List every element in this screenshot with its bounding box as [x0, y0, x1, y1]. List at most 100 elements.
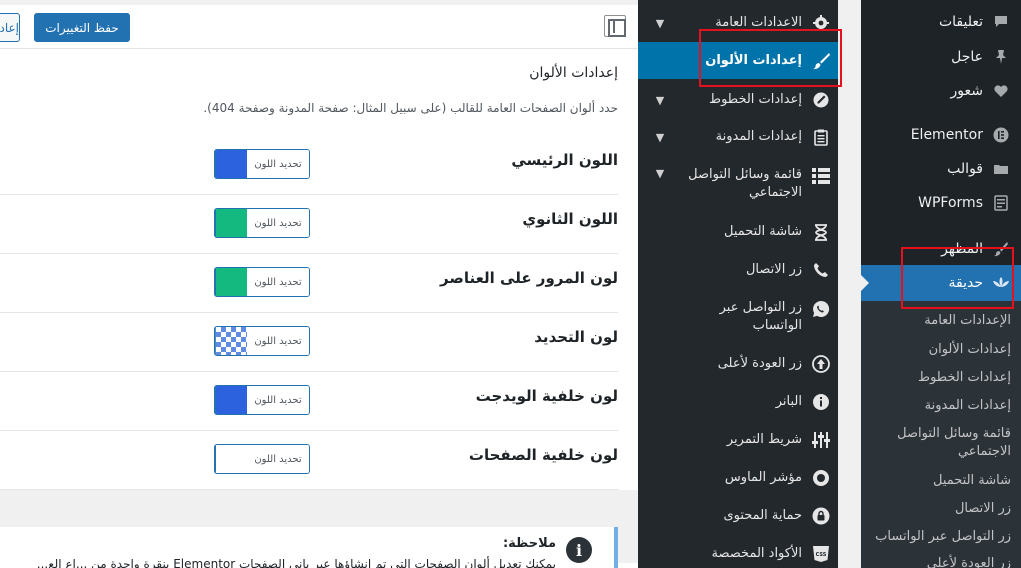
admin-submenu-item[interactable]: قائمة وسائل التواصل الاجتماعي	[871, 425, 1011, 461]
admin-menu-feelings[interactable]: شعور	[861, 74, 1021, 108]
chevron-down-icon: ▼	[655, 130, 665, 144]
lock-icon	[810, 505, 832, 527]
nav-label: إعدادات الألوان	[705, 52, 802, 68]
nav-custom-code[interactable]: CSS الأكواد المخصصة	[638, 540, 838, 568]
admin-menu-elementor[interactable]: Elementor	[861, 118, 1021, 152]
color-row-label: لون المرور على العناصر	[440, 269, 618, 287]
nav-social-menu[interactable]: قائمة وسائل التواصل الاجتماعي ▼	[638, 163, 838, 205]
admin-menu-label: شعور	[950, 83, 983, 99]
admin-menu-wpforms[interactable]: WPForms	[861, 186, 1021, 220]
nav-blog-settings[interactable]: إعدادات المدونة ▼	[638, 123, 838, 151]
color-row-secondary: اللون الثانوي تحديد اللون	[0, 195, 618, 254]
color-picker-button[interactable]: تحديد اللون	[214, 208, 310, 238]
admin-submenu-item[interactable]: إعدادات الخطوط	[871, 369, 1011, 387]
color-picker-button[interactable]: تحديد اللون	[214, 267, 310, 297]
gear-icon	[810, 12, 832, 34]
color-row-primary: اللون الرئيسي تحديد اللون	[0, 136, 618, 195]
nav-back-to-top[interactable]: زر العودة لأعلى	[638, 350, 838, 378]
folder-icon	[991, 159, 1011, 179]
nav-general-settings[interactable]: الاعدادات العامة ▼	[638, 9, 838, 37]
nav-label: البانر	[775, 394, 802, 409]
admin-submenu-item[interactable]: إعدادات المدونة	[871, 397, 1011, 415]
admin-menu-label: تعليقات	[938, 14, 983, 30]
nav-label: الأكواد المخصصة	[711, 546, 802, 561]
nav-whatsapp-button[interactable]: زر التواصل عبر الواتساب	[638, 296, 838, 338]
admin-menu-templates[interactable]: قوالب	[861, 152, 1021, 186]
note-box: i ملاحظة: يمكنك تعديل ألوان الصفحات التي…	[0, 527, 618, 568]
theme-settings-nav: الاعدادات العامة ▼ إعدادات الألوان إعداد…	[638, 0, 838, 568]
admin-submenu-item[interactable]: شاشة التحميل	[871, 472, 1011, 490]
color-swatch	[215, 445, 247, 473]
sliders-icon	[810, 429, 832, 451]
nav-banner[interactable]: البانر	[638, 388, 838, 416]
nav-label: زر العودة لأعلى	[717, 356, 802, 371]
admin-menu-hadiqa[interactable]: حديقة	[861, 265, 1021, 301]
section-title: إعدادات الألوان	[529, 65, 618, 81]
color-row-label: اللون الرئيسي	[511, 151, 618, 169]
color-row-label: لون خلفية الويدجت	[475, 387, 618, 405]
nav-label: شاشة التحميل	[723, 224, 802, 239]
whatsapp-icon	[810, 298, 832, 320]
color-picker-button[interactable]: تحديد اللون	[214, 326, 310, 356]
nav-scrollbar[interactable]: شريط التمرير	[638, 426, 838, 454]
nav-color-settings[interactable]: إعدادات الألوان	[638, 42, 838, 79]
heart-icon	[991, 81, 1011, 101]
nav-content-protection[interactable]: حماية المحتوى	[638, 502, 838, 530]
nav-label: شريط التمرير	[726, 432, 802, 447]
section-description: حدد ألوان الصفحات العامة للقالب (على سبي…	[203, 101, 618, 115]
forms-icon	[991, 193, 1011, 213]
info-icon	[810, 391, 832, 413]
admin-submenu-item[interactable]: زر التواصل عبر الواتساب	[871, 528, 1011, 546]
nav-loading-screen[interactable]: شاشة التحميل	[638, 218, 838, 246]
color-picker-label: تحديد اللون	[247, 209, 309, 237]
panel-gap	[838, 0, 861, 568]
comment-icon	[991, 12, 1011, 32]
nav-label: قائمة وسائل التواصل الاجتماعي	[688, 167, 802, 200]
css-icon: CSS	[810, 543, 832, 565]
panel-toggle-icon[interactable]	[604, 15, 626, 37]
color-picker-button[interactable]: تحديد اللون	[214, 444, 310, 474]
pen-icon	[810, 89, 832, 111]
list-icon	[810, 165, 832, 187]
admin-menu-label: WPForms	[918, 195, 983, 211]
nav-call-button[interactable]: زر الاتصال	[638, 256, 838, 284]
settings-toolbar: حفظ التغييرات إعادة	[0, 5, 638, 49]
color-picker-button[interactable]: تحديد اللون	[214, 385, 310, 415]
clipboard-icon	[810, 126, 832, 148]
color-swatch	[215, 327, 247, 355]
admin-submenu-item[interactable]: إعدادات الألوان	[871, 341, 1011, 359]
color-picker-label: تحديد اللون	[247, 386, 309, 414]
admin-menu-label: عاجل	[951, 49, 983, 65]
reset-button[interactable]: إعادة	[0, 13, 20, 42]
admin-submenu-item[interactable]: زر الاتصال	[871, 500, 1011, 518]
nav-label: زر التواصل عبر الواتساب	[719, 300, 802, 333]
cursor-circle-icon	[810, 467, 832, 489]
admin-submenu: الإعدادات العامة إعدادات الألوان إعدادات…	[861, 301, 1021, 568]
admin-menu-appearance[interactable]: المظهر	[861, 232, 1021, 266]
chevron-down-icon: ▼	[655, 16, 665, 30]
color-row-selection: لون التحديد تحديد اللون	[0, 313, 618, 372]
admin-menu-breaking[interactable]: عاجل	[861, 40, 1021, 74]
admin-menu-label: حديقة	[948, 275, 984, 291]
save-changes-button[interactable]: حفظ التغييرات	[34, 13, 130, 42]
admin-sidebar: تعليقات عاجل شعور Elementor قوالب WPForm…	[861, 0, 1021, 568]
admin-menu-label: المظهر	[941, 241, 983, 257]
admin-menu-comments[interactable]: تعليقات	[861, 5, 1021, 39]
nav-label: إعدادات المدونة	[715, 129, 802, 144]
brush-icon	[991, 239, 1011, 259]
color-picker-button[interactable]: تحديد اللون	[214, 149, 310, 179]
nav-mouse-cursor[interactable]: مؤشر الماوس	[638, 464, 838, 492]
nav-font-settings[interactable]: إعدادات الخطوط ▼	[638, 86, 838, 114]
svg-text:CSS: CSS	[816, 552, 827, 558]
note-title: ملاحظة:	[502, 536, 556, 551]
arrow-up-circle-icon	[810, 353, 832, 375]
admin-submenu-item[interactable]: الإعدادات العامة	[871, 312, 1011, 330]
color-swatch	[215, 268, 247, 296]
color-swatch	[215, 209, 247, 237]
admin-submenu-item[interactable]: زر العودة لأعلى	[871, 555, 1011, 568]
settings-main: حفظ التغييرات إعادة إعدادات الألوان حدد …	[0, 5, 638, 568]
color-row-label: لون خلفية الصفحات	[468, 446, 618, 464]
hourglass-icon	[810, 221, 832, 243]
color-picker-label: تحديد اللون	[247, 327, 309, 355]
note-text: يمكنك تعديل ألوان الصفحات التي تم إنشاؤه…	[36, 557, 556, 568]
